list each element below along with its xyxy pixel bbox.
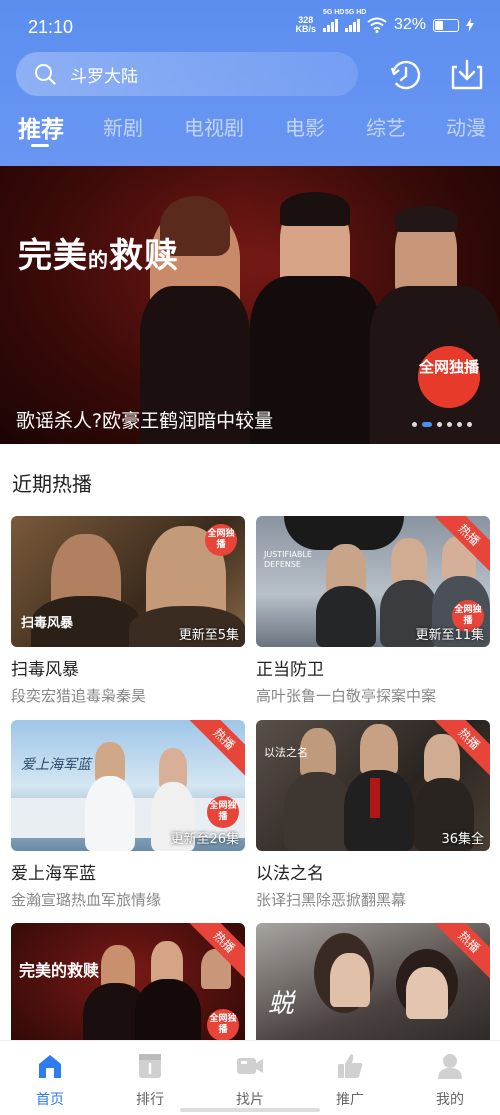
pagination-dot <box>447 422 452 427</box>
show-logo: JUSTIFIABLE DEFENSE <box>264 550 312 569</box>
nav-label: 首页 <box>36 1092 64 1108</box>
status-icons: 328 KB/s 5G HD 5G HD 32% <box>295 9 474 34</box>
show-card[interactable]: 扫毒风暴 全网独播 更新至5集 扫毒风暴 段奕宏猎追毒枭秦昊 <box>11 516 245 706</box>
show-card[interactable]: 完美的救赎 热播 全网独播 <box>11 923 245 1054</box>
network-speed: 328 KB/s <box>295 15 316 34</box>
battery-icon <box>433 18 459 32</box>
profile-icon <box>438 1054 462 1079</box>
ranking-icon <box>139 1054 161 1078</box>
banner-caption: 歌谣杀人?欧豪王鹤润暗中较量 <box>16 410 274 432</box>
show-thumbnail: 爱上海军蓝 热播 全网独播 更新至26集 <box>11 720 245 851</box>
pagination-dot <box>437 422 442 427</box>
show-card[interactable]: 蜕 热播 <box>256 923 490 1054</box>
show-logo: 以法之名 <box>264 746 308 759</box>
show-thumbnail: JUSTIFIABLE DEFENSE 热播 全网独播 更新至11集 <box>256 516 490 647</box>
show-thumbnail: 蜕 热播 <box>256 923 490 1054</box>
nav-ranking[interactable]: 排行 <box>120 1051 180 1109</box>
nav-home[interactable]: 首页 <box>20 1051 80 1109</box>
wifi-icon <box>367 17 387 33</box>
exclusive-badge: 全网独播 <box>207 796 239 828</box>
battery-percent: 32% <box>393 16 426 33</box>
search-placeholder: 斗罗大陆 <box>70 66 138 87</box>
hero-banner[interactable]: 完美的救赎 全网独播 歌谣杀人?欧豪王鹤润暗中较量 <box>0 166 500 444</box>
tab-new-drama[interactable]: 新剧 <box>103 112 143 141</box>
tab-tv-series[interactable]: 电视剧 <box>184 112 244 141</box>
exclusive-badge: 全网独播 <box>205 524 237 556</box>
signal-icon: 5G HD <box>322 9 344 32</box>
tab-variety[interactable]: 综艺 <box>366 112 406 141</box>
active-tab-indicator <box>31 144 49 147</box>
show-logo: 蜕 <box>268 989 295 1019</box>
nav-profile[interactable]: 我的 <box>420 1051 480 1109</box>
show-title: 爱上海军蓝 <box>11 864 96 884</box>
exclusive-badge: 全网独播 <box>418 346 480 408</box>
thumbs-up-icon <box>338 1054 363 1078</box>
hot-ribbon: 热播 <box>184 720 245 779</box>
nav-find[interactable]: 找片 <box>220 1051 280 1109</box>
nav-label: 排行 <box>136 1092 164 1108</box>
home-icon <box>39 1055 61 1078</box>
status-bar: 21:10 328 KB/s 5G HD 5G HD 32% <box>0 0 500 58</box>
signal-icon-2: 5G HD <box>344 9 366 32</box>
search-bar[interactable]: 斗罗大陆 <box>16 52 358 96</box>
exclusive-badge: 全网独播 <box>207 1009 239 1041</box>
download-icon[interactable] <box>450 58 484 92</box>
show-logo: 扫毒风暴 <box>21 616 74 631</box>
tab-anime[interactable]: 动漫 <box>446 112 486 141</box>
show-title: 以法之名 <box>256 864 324 884</box>
app-header: 21:10 328 KB/s 5G HD 5G HD 32% 斗罗大陆 推荐 新… <box>0 0 500 166</box>
show-card[interactable]: 爱上海军蓝 热播 全网独播 更新至26集 爱上海军蓝 金瀚宣璐热血军旅情缘 <box>11 720 245 910</box>
episode-count: 更新至26集 <box>170 832 239 847</box>
pagination-dot <box>467 422 472 427</box>
episode-count: 更新至11集 <box>415 628 484 643</box>
show-description: 金瀚宣璐热血军旅情缘 <box>11 891 162 909</box>
nav-promote[interactable]: 推广 <box>320 1051 380 1109</box>
show-thumbnail: 以法之名 热播 36集全 <box>256 720 490 851</box>
show-description: 段奕宏猎追毒枭秦昊 <box>11 687 147 705</box>
show-logo: 爱上海军蓝 <box>21 757 91 773</box>
bottom-nav: 首页 排行 找片 推广 我的 <box>0 1040 500 1115</box>
section-title: 近期热播 <box>12 472 92 496</box>
home-indicator <box>180 1108 320 1112</box>
nav-label: 我的 <box>436 1092 464 1108</box>
nav-label: 找片 <box>236 1092 264 1108</box>
banner-pagination <box>412 422 472 427</box>
charging-icon <box>466 18 474 32</box>
show-thumbnail: 完美的救赎 热播 全网独播 <box>11 923 245 1054</box>
category-tabs: 推荐 新剧 电视剧 电影 综艺 动漫 <box>0 112 500 162</box>
search-icon <box>35 64 56 85</box>
pagination-dot <box>457 422 462 427</box>
show-logo: 完美的救赎 <box>19 961 100 980</box>
banner-logo: 完美的救赎 <box>18 236 179 276</box>
show-card[interactable]: JUSTIFIABLE DEFENSE 热播 全网独播 更新至11集 正当防卫 … <box>256 516 490 706</box>
video-camera-icon <box>237 1058 263 1074</box>
show-description: 张译扫黑除恶掀翻黑幕 <box>256 891 407 909</box>
pagination-dot <box>412 422 417 427</box>
episode-count: 更新至5集 <box>178 628 239 643</box>
show-description: 高叶张鲁一白敬亭探案中案 <box>256 687 437 705</box>
show-title: 扫毒风暴 <box>11 660 79 680</box>
nav-label: 推广 <box>336 1092 364 1108</box>
episode-count: 36集全 <box>441 832 484 847</box>
tab-recommend[interactable]: 推荐 <box>18 110 64 144</box>
show-thumbnail: 扫毒风暴 全网独播 更新至5集 <box>11 516 245 647</box>
pagination-dot-active <box>422 422 432 427</box>
show-title: 正当防卫 <box>256 660 324 680</box>
tab-movie[interactable]: 电影 <box>285 112 325 141</box>
history-clock-icon[interactable] <box>389 58 423 92</box>
show-card[interactable]: 以法之名 热播 36集全 以法之名 张译扫黑除恶掀翻黑幕 <box>256 720 490 910</box>
status-time: 21:10 <box>28 17 74 37</box>
